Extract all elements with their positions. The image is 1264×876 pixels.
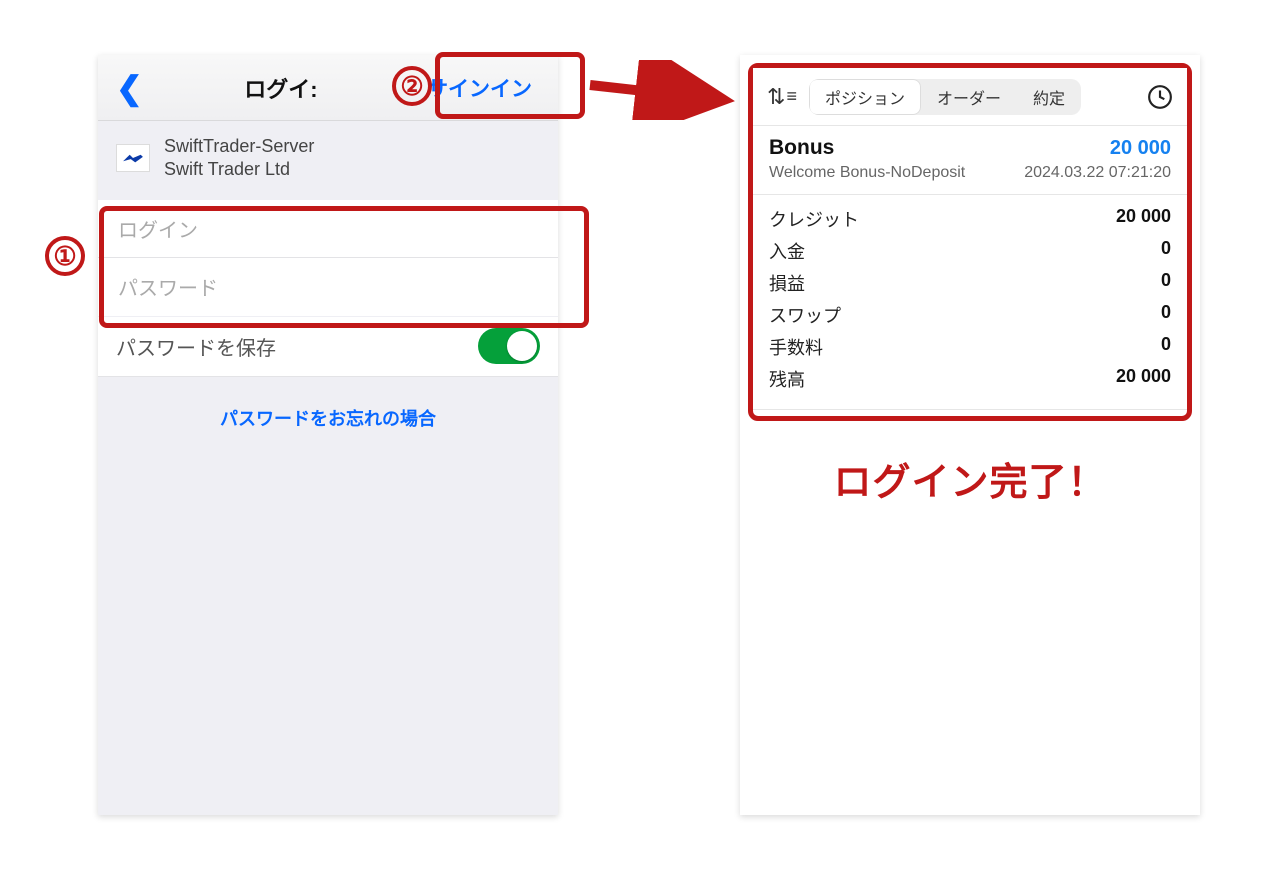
save-password-row: パスワードを保存 [98, 317, 558, 377]
nav-header: ❮ ログイ: サインイン [98, 55, 558, 121]
nav-title: ログイ: [244, 72, 317, 104]
sign-in-button[interactable]: サインイン [415, 67, 544, 109]
stat-balance-value: 20 000 [1116, 366, 1171, 392]
save-password-label: パスワードを保存 [116, 332, 276, 361]
password-input[interactable]: パスワード [98, 258, 558, 316]
login-inputs: ログイン パスワード [98, 200, 558, 316]
highlight-box-right: ⇅≡ ポジション オーダー 約定 Bonus 20 000 Welcome Bo… [748, 63, 1192, 421]
tab-orders[interactable]: オーダー [921, 79, 1017, 115]
forgot-password-link[interactable]: パスワードをお忘れの場合 [98, 377, 558, 459]
history-clock-icon[interactable] [1147, 84, 1173, 110]
sort-icon[interactable]: ⇅≡ [767, 84, 797, 110]
stat-deposit-value: 0 [1161, 238, 1171, 264]
bonus-amount: 20 000 [1110, 137, 1171, 160]
stat-pl-value: 0 [1161, 270, 1171, 296]
stat-balance-label: 残高 [769, 366, 805, 392]
stat-pl-label: 損益 [769, 270, 805, 296]
login-screen: ❮ ログイ: サインイン SwiftTrader-Server Swift Tr… [98, 55, 558, 815]
server-logo-icon [116, 144, 150, 172]
save-password-toggle[interactable] [478, 328, 540, 364]
login-input[interactable]: ログイン [98, 200, 558, 258]
stat-deposit-label: 入金 [769, 238, 805, 264]
trade-screen: ⇅≡ ポジション オーダー 約定 Bonus 20 000 Welcome Bo… [740, 55, 1200, 815]
login-complete-text: ログイン完了！ [740, 451, 1200, 506]
tab-segment: ポジション オーダー 約定 [809, 79, 1081, 115]
server-row[interactable]: SwiftTrader-Server Swift Trader Ltd [98, 121, 558, 196]
bonus-subtitle: Welcome Bonus-NoDeposit [769, 164, 965, 182]
bonus-timestamp: 2024.03.22 07:21:20 [1024, 164, 1171, 182]
server-info: SwiftTrader-Server Swift Trader Ltd [164, 135, 314, 182]
tab-deals[interactable]: 約定 [1017, 79, 1081, 115]
server-name: SwiftTrader-Server [164, 135, 314, 158]
server-company: Swift Trader Ltd [164, 158, 314, 181]
stat-commission-value: 0 [1161, 334, 1171, 360]
nav-title-wrap: ログイ: [244, 72, 317, 104]
back-chevron-icon[interactable]: ❮ [112, 69, 147, 107]
stat-commission-label: 手数料 [769, 334, 823, 360]
stat-credit-value: 20 000 [1116, 206, 1171, 232]
arrow-icon [585, 60, 745, 120]
bonus-block: Bonus 20 000 Welcome Bonus-NoDeposit 202… [753, 126, 1187, 195]
bonus-title: Bonus [769, 136, 834, 160]
stat-swap-value: 0 [1161, 302, 1171, 328]
trade-header: ⇅≡ ポジション オーダー 約定 [753, 68, 1187, 126]
callout-2: ② [392, 66, 432, 106]
stat-credit-label: クレジット [769, 206, 859, 232]
callout-1: ① [45, 236, 85, 276]
tab-positions[interactable]: ポジション [809, 79, 921, 115]
stat-swap-label: スワップ [769, 302, 841, 328]
account-stats: クレジット 20 000 入金 0 損益 0 スワップ 0 手数料 0 残高 20 000 [753, 195, 1187, 410]
